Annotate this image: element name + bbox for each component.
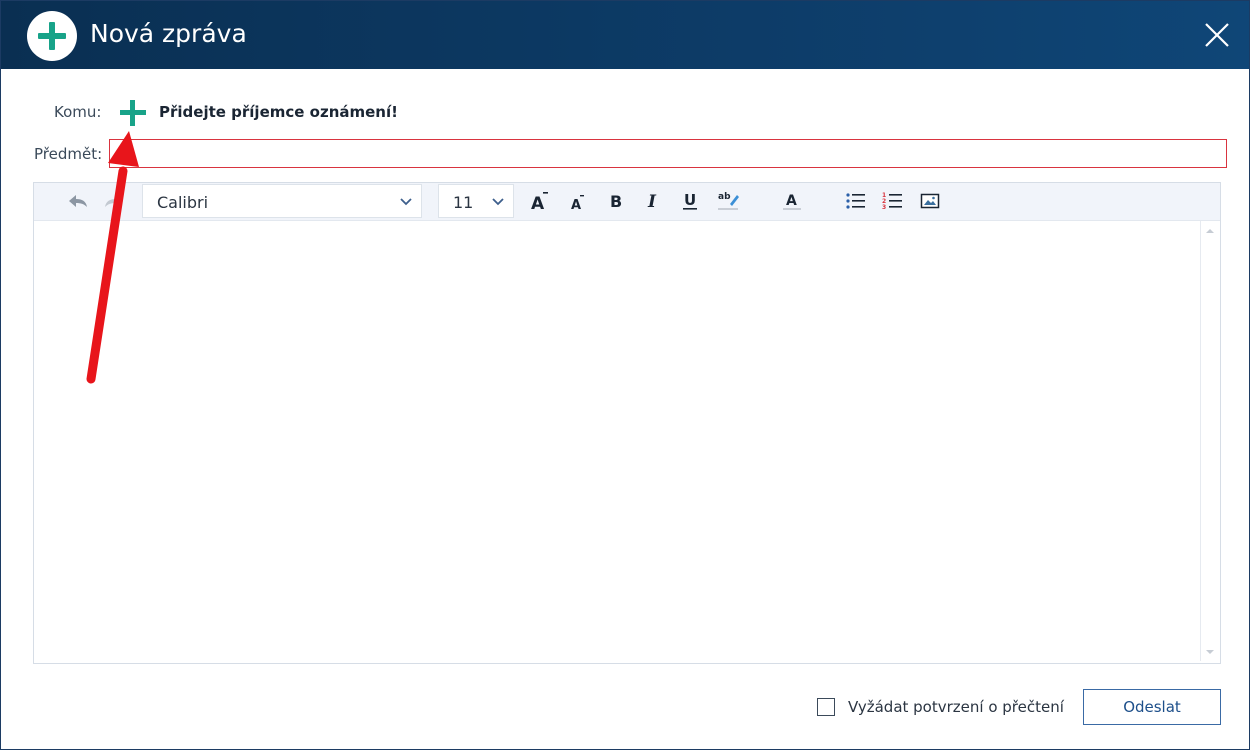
bold-button[interactable]: B <box>602 188 630 214</box>
new-message-dialog: Nová zpráva Komu: Přidejte příjemce ozná… <box>0 0 1250 750</box>
chevron-down-icon <box>400 198 412 206</box>
redo-button[interactable] <box>100 188 128 214</box>
message-body[interactable] <box>34 221 1198 663</box>
font-size-value: 11 <box>453 193 474 212</box>
highlight-icon: ab <box>718 192 739 210</box>
to-label: Komu: <box>54 103 102 121</box>
font-color-icon: A <box>783 193 801 210</box>
svg-text:I: I <box>647 192 657 211</box>
subject-input[interactable] <box>109 139 1227 168</box>
svg-text:A: A <box>786 193 797 209</box>
increase-font-button[interactable]: A <box>526 188 554 214</box>
read-receipt-label: Vyžádat potvrzení o přečtení <box>848 698 1064 716</box>
scroll-up-icon <box>1206 229 1214 233</box>
font-color-button[interactable]: A <box>778 188 806 214</box>
send-button[interactable]: Odeslat <box>1083 689 1221 725</box>
dialog-title: Nová zpráva <box>90 19 247 48</box>
bulleted-list-icon <box>846 193 865 209</box>
decrease-font-icon: A <box>571 195 584 211</box>
numbered-list-icon: 1 2 3 <box>882 192 902 211</box>
redo-icon <box>105 195 123 207</box>
bulleted-list-button[interactable] <box>842 188 870 214</box>
underline-button[interactable]: U <box>676 188 704 214</box>
new-message-plus-icon <box>27 11 77 61</box>
italic-icon: I <box>647 192 657 211</box>
svg-text:B: B <box>610 192 622 211</box>
highlight-button[interactable]: ab <box>714 188 744 214</box>
svg-text:ab: ab <box>718 192 731 202</box>
subject-label: Předmět: <box>34 145 103 163</box>
undo-button[interactable] <box>64 188 92 214</box>
close-button[interactable] <box>1199 17 1235 53</box>
svg-text:A: A <box>571 198 581 211</box>
font-size-select[interactable]: 11 <box>438 184 514 218</box>
font-family-select[interactable]: Calibri <box>142 184 422 218</box>
editor-toolbar: Calibri 11 A A B I U ab A 1 2 3 <box>34 183 1220 221</box>
svg-text:A: A <box>531 194 545 211</box>
svg-text:U: U <box>684 191 696 209</box>
font-family-value: Calibri <box>157 193 209 212</box>
undo-icon <box>69 195 87 207</box>
bold-icon: B <box>610 192 622 211</box>
svg-text:3: 3 <box>882 204 886 211</box>
message-editor: Calibri 11 A A B I U ab A 1 2 3 <box>33 182 1221 664</box>
increase-font-icon: A <box>531 192 548 211</box>
recipient-hint: Přidejte příjemce oznámení! <box>159 103 398 121</box>
italic-button[interactable]: I <box>638 188 666 214</box>
plus-icon <box>120 100 146 126</box>
scroll-down-icon <box>1206 650 1214 654</box>
editor-scrollbar[interactable] <box>1200 221 1219 661</box>
underline-icon: U <box>683 191 697 210</box>
close-icon <box>1205 23 1229 47</box>
dialog-titlebar: Nová zpráva <box>1 1 1249 69</box>
numbered-list-button[interactable]: 1 2 3 <box>879 188 907 214</box>
decrease-font-button[interactable]: A <box>564 188 592 214</box>
insert-image-icon <box>920 193 940 209</box>
add-recipient-button[interactable] <box>119 99 147 127</box>
chevron-down-icon <box>492 198 504 206</box>
insert-image-button[interactable] <box>916 188 944 214</box>
read-receipt-checkbox[interactable] <box>817 698 835 716</box>
